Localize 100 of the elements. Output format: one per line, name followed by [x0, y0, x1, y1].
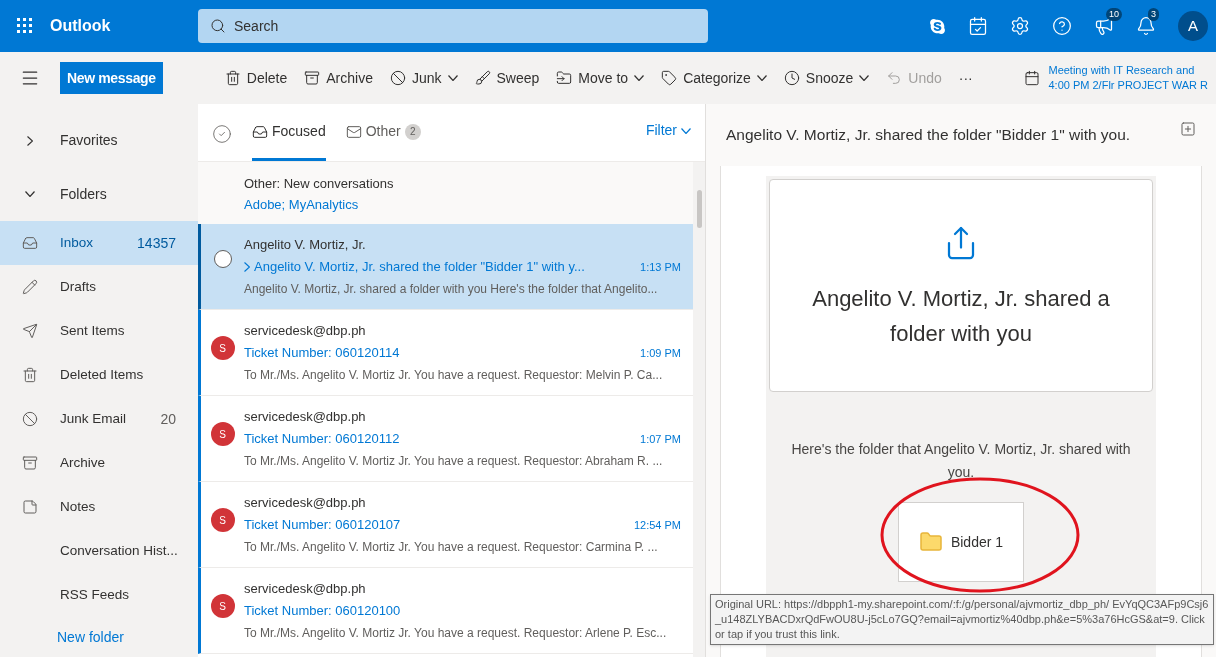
settings-icon[interactable]	[1010, 16, 1030, 36]
folder-item[interactable]: Drafts	[0, 265, 198, 309]
ban-icon	[22, 411, 38, 427]
preview: To Mr./Ms. Angelito V. Mortiz Jr. You have a request. Requestor: Abraham R. ...	[244, 453, 664, 470]
pencil-icon	[22, 279, 38, 295]
bell-icon[interactable]	[1136, 16, 1156, 36]
folder-item[interactable]: Inbox 14357	[0, 221, 198, 265]
folder-card[interactable]: Bidder 1	[898, 502, 1024, 582]
avatar: S	[210, 336, 235, 360]
chevron-down-icon	[447, 75, 458, 81]
archive-icon	[304, 70, 321, 86]
email-subject: Angelito V. Mortiz, Jr. shared the folder "Bidder 1" with you.	[726, 125, 1132, 146]
toolbar-button[interactable]: Archive	[304, 67, 373, 89]
time: 1:07 PM	[640, 432, 681, 447]
subject: Angelito V. Mortiz, Jr. shared the folder "Bidder 1" with y...	[254, 258, 586, 276]
toolbar-button[interactable]: Move to	[556, 67, 645, 89]
folder-item[interactable]: Archive	[0, 441, 198, 485]
time: 1:09 PM	[640, 346, 681, 361]
sender: servicedesk@dbp.ph	[244, 408, 367, 426]
folder-count: 20	[160, 409, 176, 429]
undo-icon	[886, 70, 903, 86]
reminder[interactable]: Meeting with IT Research and 4:00 PM 2/Flr PROJECT WAR R	[1024, 63, 1216, 93]
avatar: S	[210, 594, 235, 618]
calendar-check-icon[interactable]	[968, 16, 988, 36]
subject: Ticket Number: 060120100	[244, 602, 402, 620]
time: 12:54 PM	[633, 518, 681, 533]
sender: Angelito V. Mortiz, Jr.	[244, 236, 367, 254]
trash-icon	[224, 70, 241, 86]
folder-count: 14357	[137, 233, 176, 253]
notice-senders: Adobe; MyAnalytics	[244, 196, 360, 214]
message-item[interactable]: S servicedesk@dbp.ph Ticket Number: 060120114 1:09 PM To Mr./Ms. Angelito V. Mortiz Jr. You have a request. Requestor: Melvin P. Ca...	[198, 310, 693, 396]
section-header[interactable]: Favorites	[0, 114, 198, 168]
reminder-detail: 4:00 PM 2/Flr PROJECT WAR R	[1048, 78, 1208, 93]
folder-arrow-icon	[556, 70, 573, 86]
search-field[interactable]: Search	[198, 9, 708, 43]
mail-icon	[345, 123, 362, 140]
toolbar-button[interactable]: Sweep	[474, 67, 540, 89]
preview: To Mr./Ms. Angelito V. Mortiz Jr. You have a request. Requestor: Arlene P. Esc...	[244, 625, 668, 642]
link-tooltip: Original URL: https://dbpph1-my.sharepoint.com/:f:/g/personal/ajvmortiz_dbp_ph/ EvYqQC3AFp9Csj6_u148ZLYBACDxrQdFwOU8U-j5cLo7GQ?email=ajvmortiz%40dbp.ph&e=5%3a76HcGS&at=9. Click or tap if you trust this link.	[710, 594, 1214, 645]
sender: servicedesk@dbp.ph	[244, 322, 367, 340]
subject: Ticket Number: 060120107	[244, 516, 402, 534]
sender: servicedesk@dbp.ph	[244, 494, 367, 512]
notice-title: Other: New conversations	[244, 175, 395, 193]
chevron-right-icon	[27, 135, 33, 146]
folder-item[interactable]: Sent Items	[0, 309, 198, 353]
folder-item[interactable]: Junk Email 20	[0, 397, 198, 441]
chevron-down-icon	[634, 75, 645, 81]
new-folder-link[interactable]: New folder	[0, 617, 198, 657]
folder-item[interactable]: Conversation Hist...	[0, 529, 198, 573]
help-icon[interactable]	[1052, 16, 1072, 36]
folder-item[interactable]: RSS Feeds	[0, 573, 198, 617]
tag-icon	[661, 70, 678, 86]
chevron-down-icon	[681, 127, 691, 134]
other-notice[interactable]: Other: New conversations Adobe; MyAnalytics	[198, 162, 693, 224]
toolbar-button[interactable]: Delete	[224, 67, 288, 89]
message-item[interactable]: S servicedesk@dbp.ph Ticket Number: 060120112 1:07 PM To Mr./Ms. Angelito V. Mortiz Jr. You have a request. Requestor: Abraham R. ...	[198, 396, 693, 482]
expand-icon[interactable]	[1180, 121, 1196, 137]
preview: To Mr./Ms. Angelito V. Mortiz Jr. You have a request. Requestor: Carmina P. ...	[244, 539, 659, 556]
more-button[interactable]: ···	[958, 67, 973, 89]
chevron-down-icon	[859, 75, 870, 81]
notification-count: 3	[1148, 8, 1159, 21]
trash-icon	[22, 367, 38, 383]
message-item[interactable]: S servicedesk@dbp.ph Ticket Number: 060120100 To Mr./Ms. Angelito V. Mortiz Jr. You have a request. Requestor: Arlene P. Esc...	[198, 568, 693, 654]
sender: servicedesk@dbp.ph	[244, 580, 367, 598]
tab[interactable]: Other 2	[345, 105, 421, 161]
ban-icon	[389, 70, 406, 86]
skype-icon[interactable]	[929, 17, 946, 35]
subject: Ticket Number: 060120112	[244, 430, 401, 448]
inbox-icon	[22, 235, 38, 251]
message-item[interactable]: S servicedesk@dbp.ph Ticket Number: 060120107 12:54 PM To Mr./Ms. Angelito V. Mortiz Jr. You have a request. Requestor: Carmina P. ...	[198, 482, 693, 568]
toolbar-button[interactable]: Categorize	[661, 67, 767, 89]
toolbar-button[interactable]: Snooze	[783, 67, 870, 89]
chevron-down-icon	[25, 191, 35, 198]
search-icon	[210, 18, 226, 34]
card-title: Angelito V. Mortiz, Jr. shared a folder with you	[811, 285, 1111, 348]
tab-count: 2	[404, 123, 421, 140]
notification-count: 10	[1106, 8, 1122, 21]
message-item[interactable]: Angelito V. Mortiz, Jr. Angelito V. Mortiz, Jr. shared the folder "Bidder 1" with y... 1:13 PM Angelito V. Mortiz, Jr. shared a folder with you Here's the folder that Angelito...	[198, 224, 693, 310]
chevron-right-icon	[244, 262, 250, 272]
section-header[interactable]: Folders	[0, 167, 198, 221]
card-text: Here's the folder that Angelito V. Mortiz, Jr. shared with you.	[790, 440, 1132, 482]
calendar-icon	[1024, 70, 1041, 86]
avatar: S	[210, 422, 235, 446]
preview: To Mr./Ms. Angelito V. Mortiz Jr. You have a request. Requestor: Melvin P. Ca...	[244, 367, 664, 384]
chevron-down-icon	[756, 75, 767, 81]
note-icon	[22, 499, 38, 515]
filter-button[interactable]: Filter	[645, 120, 691, 141]
avatar[interactable]: A	[1178, 11, 1208, 41]
folder-item[interactable]: Notes	[0, 485, 198, 529]
inbox-icon	[252, 123, 268, 140]
folder-item[interactable]: Deleted Items	[0, 353, 198, 397]
app-name[interactable]: Outlook	[50, 14, 198, 38]
toolbar-button[interactable]: Junk	[389, 67, 458, 89]
new-message-button[interactable]: New message	[60, 62, 163, 94]
select-all-icon[interactable]	[212, 124, 232, 144]
avatar: S	[210, 508, 235, 532]
reminder-title: Meeting with IT Research and	[1048, 63, 1196, 78]
subject: Ticket Number: 060120114	[244, 344, 401, 362]
send-icon	[22, 323, 38, 339]
folder-icon	[918, 530, 943, 554]
